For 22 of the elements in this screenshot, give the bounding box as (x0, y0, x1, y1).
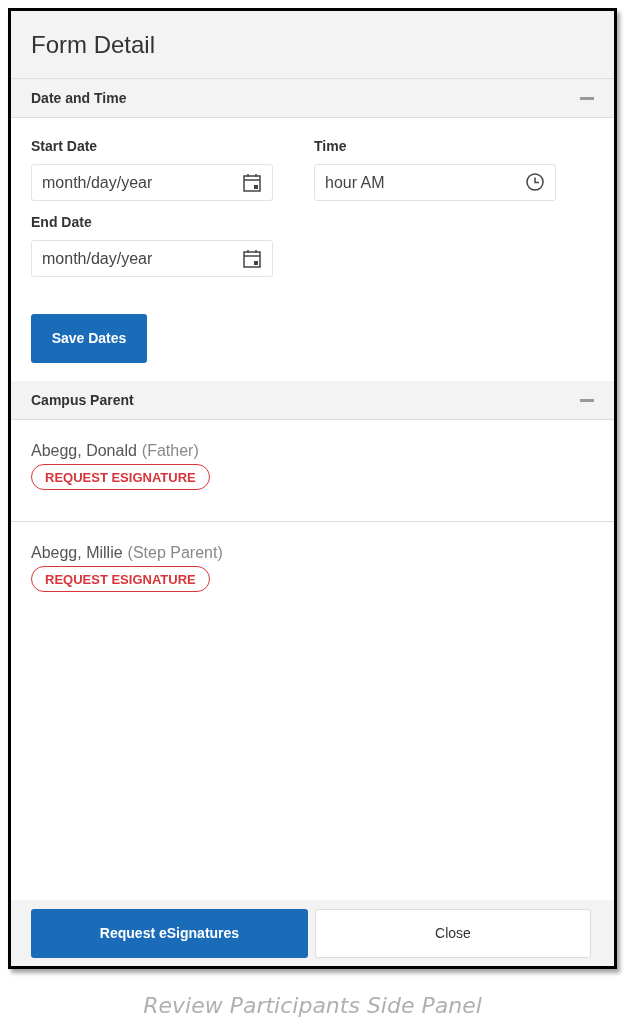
field-label: Time (314, 137, 348, 156)
save-dates-button[interactable]: Save Dates (31, 314, 147, 363)
collapse-icon[interactable] (580, 96, 594, 100)
clock-icon[interactable] (526, 173, 544, 191)
participant-name: Abegg, Donald (31, 441, 137, 461)
section-header[interactable]: Campus Parent (11, 381, 614, 420)
calendar-icon[interactable] (243, 173, 261, 192)
field-label: End Date (31, 213, 93, 232)
calendar-icon[interactable] (243, 249, 261, 268)
participant-relation: (Father) (141, 441, 199, 461)
participant-name: Abegg, Millie (31, 543, 123, 563)
caption: Review Participants Side Panel (143, 992, 482, 1020)
date-field[interactable]: month/day/year (31, 240, 273, 277)
panel-title: Form Detail (31, 29, 156, 60)
date-field[interactable]: month/day/year (31, 164, 273, 201)
field-label: Start Date (31, 137, 99, 156)
close-button[interactable]: Close (315, 908, 591, 958)
collapse-icon[interactable] (580, 398, 594, 402)
section-header[interactable]: Date and Time (11, 79, 614, 118)
time-field[interactable]: hour AM (314, 164, 556, 201)
participant-relation: (Step Parent) (127, 543, 223, 563)
request-esignatures-button[interactable]: Request eSignatures (31, 908, 308, 958)
